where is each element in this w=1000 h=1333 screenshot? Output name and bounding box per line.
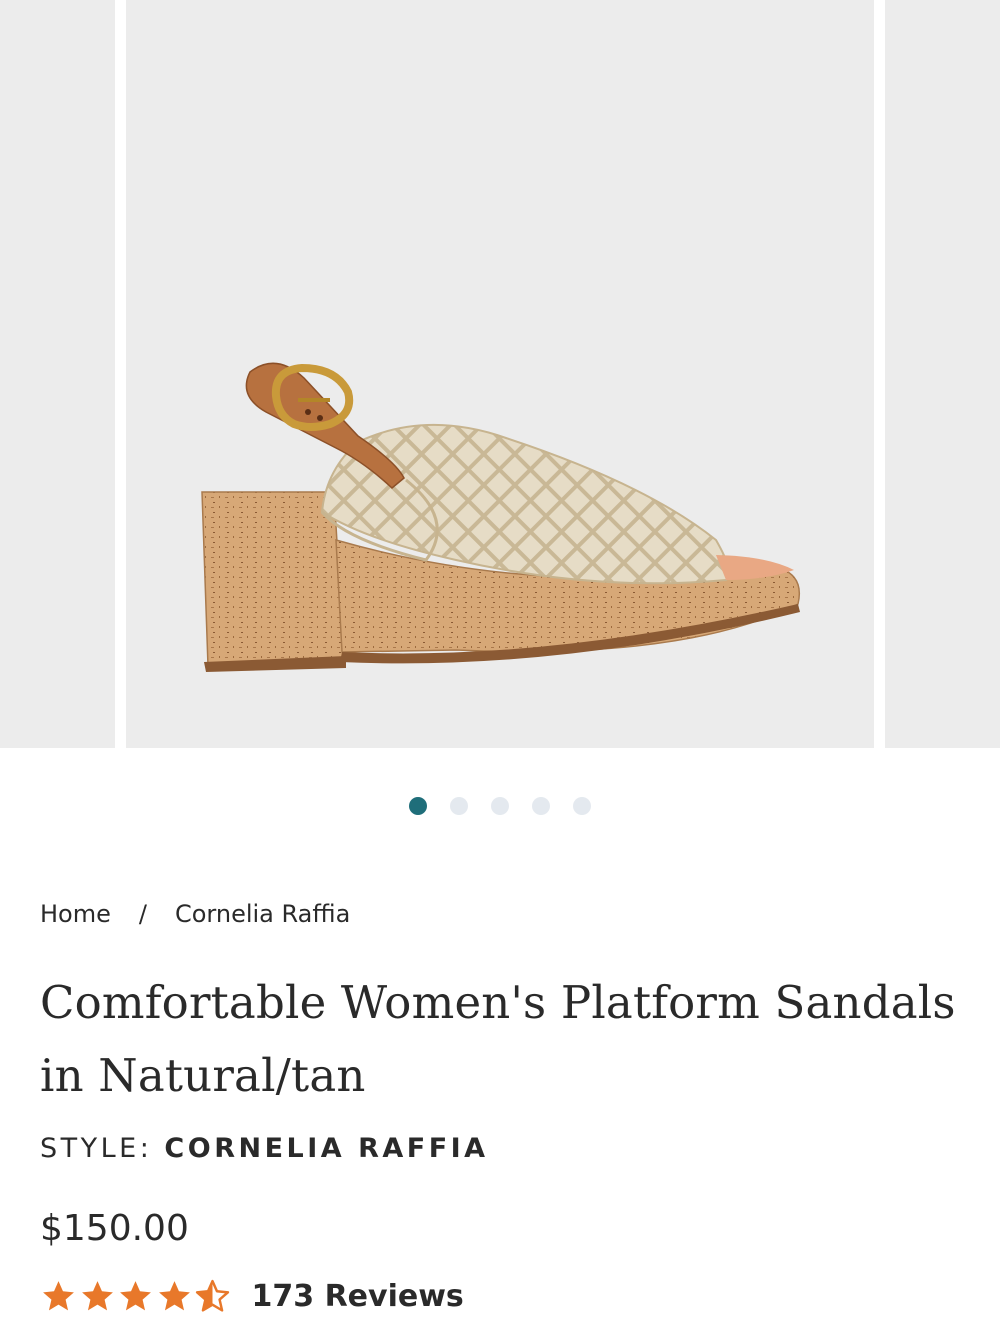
star-full-icon: [158, 1281, 190, 1311]
rating-stars: [40, 1278, 233, 1315]
pagination-dot-4[interactable]: [532, 797, 550, 815]
breadcrumb: Home / Cornelia Raffia: [40, 900, 350, 928]
star-full-icon: [43, 1281, 74, 1311]
breadcrumb-home-link[interactable]: Home: [40, 900, 111, 928]
style-label: STYLE:: [40, 1133, 153, 1164]
star-full-icon: [120, 1281, 151, 1311]
product-style: STYLE: CORNELIA RAFFIA: [40, 1133, 489, 1164]
star-full-icon: [81, 1281, 113, 1311]
reviews-link[interactable]: 173 Reviews: [252, 1279, 464, 1314]
previous-product-image[interactable]: [0, 0, 115, 748]
breadcrumb-separator: /: [138, 900, 147, 928]
pagination-dot-1[interactable]: [409, 797, 427, 815]
product-rating[interactable]: 173 Reviews: [40, 1278, 464, 1315]
product-price: $150.00: [40, 1208, 189, 1249]
pagination-dot-2[interactable]: [450, 797, 468, 815]
pagination-dot-5[interactable]: [573, 797, 591, 815]
main-product-image[interactable]: [126, 0, 874, 748]
next-product-image[interactable]: [885, 0, 1000, 748]
sandal-image: [201, 362, 800, 672]
gallery-pagination: [0, 797, 1000, 815]
product-title: Comfortable Women's Platform Sandals in …: [40, 976, 956, 1102]
breadcrumb-current-link[interactable]: Cornelia Raffia: [175, 900, 350, 928]
product-image-gallery[interactable]: [0, 0, 1000, 748]
pagination-dot-3[interactable]: [491, 797, 509, 815]
style-value: CORNELIA RAFFIA: [164, 1133, 489, 1164]
star-half-icon: [195, 1279, 230, 1312]
